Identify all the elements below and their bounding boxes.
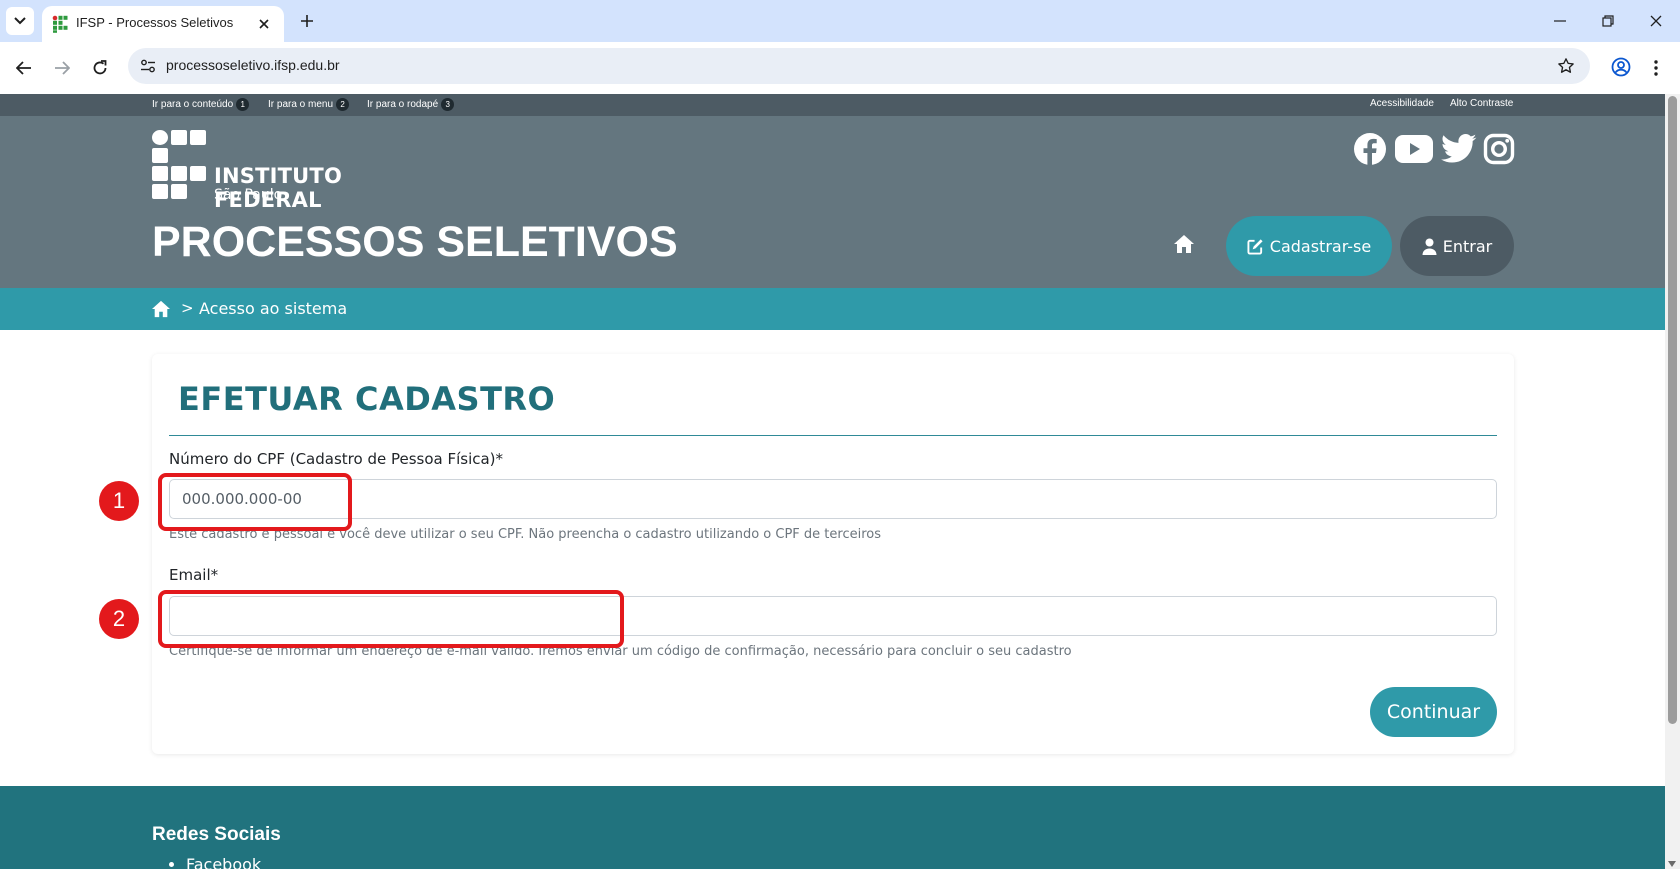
tune-icon	[141, 59, 155, 73]
plus-icon	[301, 15, 313, 27]
tab-close-button[interactable]	[254, 14, 274, 34]
browser-tab-bar: IFSP - Processos Seletivos	[0, 0, 1680, 42]
skip-link-number: 2	[336, 98, 350, 111]
skip-to-content-link[interactable]: Ir para o conteúdo 1	[152, 98, 250, 111]
cpf-label: Número do CPF (Cadastro de Pessoa Física…	[169, 450, 504, 468]
ifsp-logo[interactable]: INSTITUTO FEDERAL São Paulo	[152, 130, 422, 212]
continue-button[interactable]: Continuar	[1370, 687, 1497, 737]
register-button[interactable]: Cadastrar-se	[1226, 216, 1392, 276]
bookmark-button[interactable]	[1554, 54, 1578, 78]
tab-title: IFSP - Processos Seletivos	[76, 15, 234, 30]
facebook-link[interactable]	[1353, 132, 1387, 166]
login-button-label: Entrar	[1442, 236, 1493, 256]
skip-link-number: 1	[236, 98, 250, 111]
high-contrast-link[interactable]: Alto Contraste	[1450, 98, 1513, 109]
breadcrumb-separator: >	[181, 299, 194, 317]
twitter-link[interactable]	[1441, 132, 1477, 166]
form-title: EFETUAR CADASTRO	[178, 380, 556, 418]
minimize-icon	[1554, 20, 1566, 22]
logo-mark	[152, 130, 206, 200]
title-divider	[169, 435, 1497, 436]
minimize-button[interactable]	[1548, 10, 1572, 32]
page-title: PROCESSOS SELETIVOS	[152, 218, 678, 266]
skip-link-label: Ir para o menu	[268, 99, 334, 110]
user-icon	[1422, 238, 1437, 255]
browser-tab-active[interactable]: IFSP - Processos Seletivos	[42, 6, 284, 42]
skip-link-number: 3	[441, 98, 455, 111]
browser-toolbar: processoseletivo.ifsp.edu.br	[0, 42, 1680, 94]
footer-facebook-link[interactable]: Facebook	[186, 855, 261, 869]
skip-to-footer-link[interactable]: Ir para o rodapé 3	[367, 98, 455, 111]
ifsp-favicon-icon	[52, 15, 68, 33]
url-text[interactable]: processoseletivo.ifsp.edu.br	[166, 57, 340, 73]
chevron-down-icon	[14, 17, 26, 25]
instagram-icon	[1483, 133, 1515, 165]
reload-button[interactable]	[86, 54, 114, 82]
scroll-down-arrow[interactable]	[1668, 861, 1676, 867]
register-button-label: Cadastrar-se	[1269, 236, 1372, 256]
reload-icon	[93, 60, 107, 75]
restore-button[interactable]	[1596, 10, 1620, 32]
site-footer: Redes Sociais Facebook	[0, 786, 1665, 869]
annotation-highlight-email	[158, 590, 624, 648]
login-button[interactable]: Entrar	[1400, 216, 1514, 276]
twitter-icon	[1441, 134, 1477, 163]
site-header: INSTITUTO FEDERAL São Paulo PROCESSOS SE…	[0, 116, 1665, 288]
tab-search-button[interactable]	[6, 7, 34, 35]
kebab-menu-icon	[1654, 60, 1658, 76]
site-info-button[interactable]	[136, 54, 160, 78]
instagram-link[interactable]	[1482, 132, 1516, 166]
skip-to-menu-link[interactable]: Ir para o menu 2	[268, 98, 350, 111]
skip-link-label: Ir para o conteúdo	[152, 99, 234, 110]
home-icon	[152, 300, 170, 318]
close-icon	[1650, 15, 1662, 27]
annotation-highlight-cpf	[158, 473, 352, 531]
home-link[interactable]	[1170, 230, 1198, 258]
star-icon	[1558, 58, 1574, 73]
email-label: Email*	[169, 566, 219, 584]
annotation-marker-1: 1	[99, 481, 139, 521]
close-icon	[259, 19, 269, 29]
youtube-link[interactable]	[1394, 132, 1434, 166]
arrow-left-icon	[16, 61, 31, 75]
restore-icon	[1602, 15, 1614, 27]
breadcrumb: > Acesso ao sistema	[0, 288, 1665, 330]
annotation-marker-2: 2	[99, 599, 139, 639]
page-viewport: Ir para o conteúdo 1 Ir para o menu 2 Ir…	[0, 94, 1680, 869]
accessibility-link[interactable]: Acessibilidade	[1370, 98, 1434, 109]
skip-link-label: Ir para o rodapé	[367, 99, 439, 110]
new-tab-button[interactable]	[296, 10, 318, 32]
account-circle-icon	[1611, 57, 1631, 77]
forward-button[interactable]	[48, 54, 76, 82]
address-bar[interactable]: processoseletivo.ifsp.edu.br	[128, 48, 1590, 84]
back-button[interactable]	[10, 54, 38, 82]
breadcrumb-current: Acesso ao sistema	[199, 299, 348, 318]
logo-subtitle: São Paulo	[214, 187, 283, 203]
scrollbar-thumb[interactable]	[1668, 96, 1677, 724]
youtube-icon	[1395, 135, 1433, 163]
facebook-icon	[1354, 133, 1386, 166]
cpf-input[interactable]	[169, 479, 1497, 519]
browser-menu-button[interactable]	[1644, 54, 1668, 82]
footer-social-list: Facebook	[168, 855, 261, 869]
registration-card: EFETUAR CADASTRO Número do CPF (Cadastro…	[152, 354, 1514, 754]
edit-icon	[1247, 238, 1263, 255]
page-scrollbar[interactable]	[1665, 94, 1680, 869]
footer-social-title: Redes Sociais	[152, 824, 281, 845]
profile-button[interactable]	[1606, 52, 1636, 82]
arrow-right-icon	[55, 61, 70, 75]
home-icon	[1174, 235, 1194, 253]
accessibility-bar: Ir para o conteúdo 1 Ir para o menu 2 Ir…	[0, 94, 1665, 116]
breadcrumb-home-link[interactable]	[150, 298, 172, 320]
window-close-button[interactable]	[1644, 10, 1668, 32]
